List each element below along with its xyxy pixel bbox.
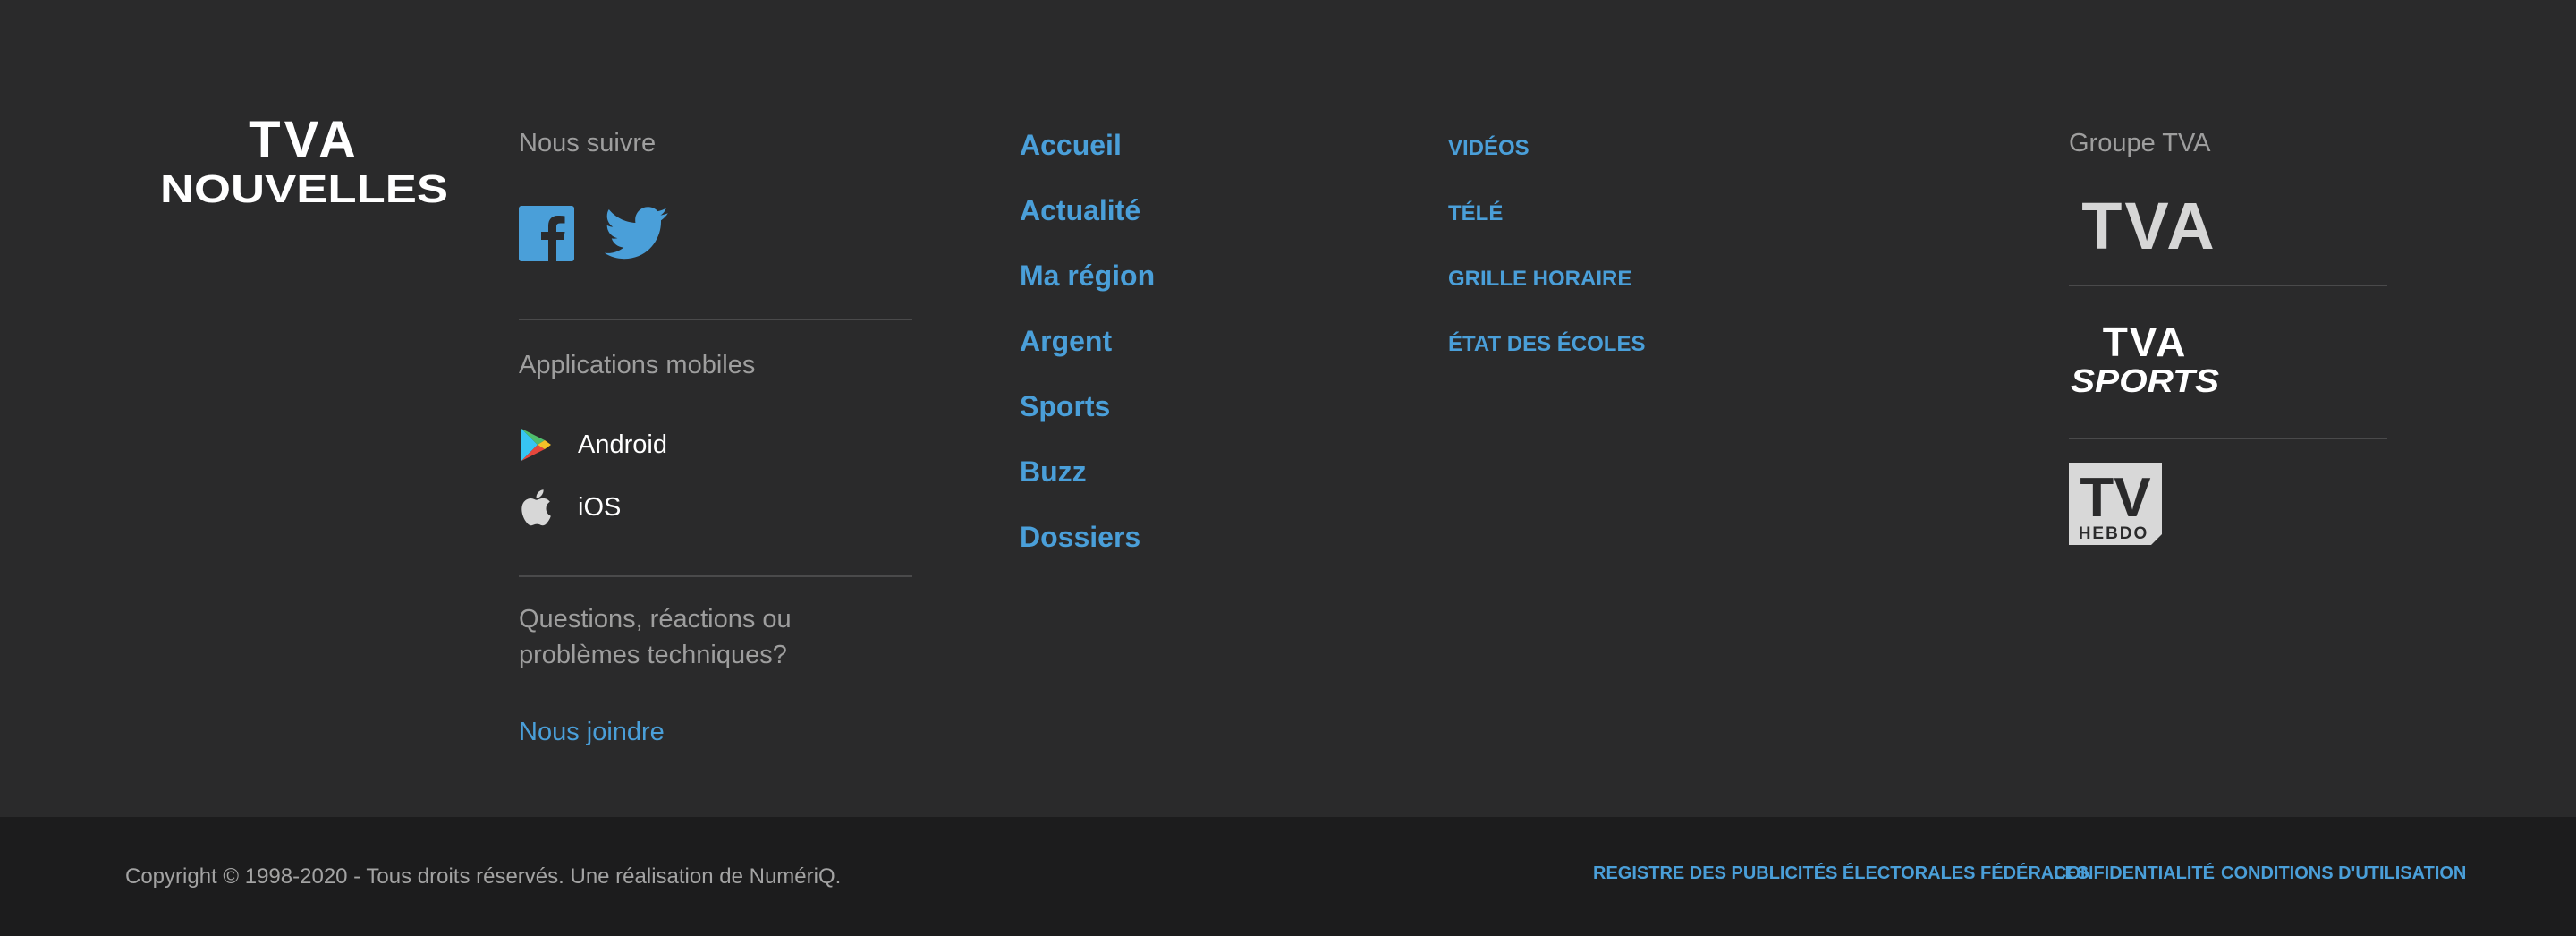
nav-item-buzz[interactable]: Buzz: [1020, 455, 1087, 489]
android-label: Android: [578, 430, 667, 459]
footer-main: TVA NOUVELLES Nous suivre Applications m…: [0, 0, 2576, 817]
conditions-link[interactable]: CONDITIONS D'UTILISATION: [2221, 864, 2466, 884]
svg-text:TVA: TVA: [2081, 199, 2217, 256]
subnav-item-tele[interactable]: TÉLÉ: [1448, 201, 1503, 226]
svg-text:TVA: TVA: [2103, 320, 2188, 365]
apple-icon: [519, 488, 553, 527]
contact-link[interactable]: Nous joindre: [519, 718, 665, 747]
nav-item-ma-region[interactable]: Ma région: [1020, 260, 1155, 293]
svg-text:HEBDO: HEBDO: [2079, 524, 2149, 543]
nav-item-accueil[interactable]: Accueil: [1020, 129, 1122, 162]
subnav-item-grille-horaire[interactable]: GRILLE HORAIRE: [1448, 267, 1631, 292]
logo-bottom-text: NOUVELLES: [160, 167, 448, 208]
group-heading: Groupe TVA: [2069, 129, 2211, 157]
tva-sports-brand-link[interactable]: TVA SPORTS: [2069, 319, 2221, 400]
follow-divider: [519, 319, 912, 320]
facebook-link[interactable]: [519, 206, 574, 261]
copyright-text: Copyright © 1998-2020 - Tous droits rése…: [125, 864, 842, 889]
nav-item-dossiers[interactable]: Dossiers: [1020, 521, 1140, 554]
twitter-icon: [604, 207, 668, 260]
nav-item-actualite[interactable]: Actualité: [1020, 194, 1140, 227]
ios-label: iOS: [578, 492, 622, 522]
subnav-item-videos[interactable]: VIDÉOS: [1448, 136, 1530, 161]
group-divider-1: [2069, 285, 2387, 286]
google-play-icon: [519, 425, 553, 464]
subnav-item-etat-des-ecoles[interactable]: ÉTAT DES ÉCOLES: [1448, 332, 1645, 357]
apps-divider: [519, 575, 912, 577]
tva-nouvelles-logo[interactable]: TVA NOUVELLES: [159, 113, 449, 208]
svg-text:SPORTS: SPORTS: [2071, 362, 2219, 396]
tv-hebdo-brand-link[interactable]: TV HEBDO: [2069, 463, 2162, 549]
confidentialite-link[interactable]: CONFIDENTIALITÉ: [2054, 864, 2215, 884]
tva-logo: TVA: [2081, 189, 2217, 263]
group-divider-2: [2069, 438, 2387, 439]
follow-heading: Nous suivre: [519, 129, 657, 157]
nav-item-sports[interactable]: Sports: [1020, 390, 1110, 423]
tva-brand-link[interactable]: TVA: [2069, 189, 2230, 263]
follow-column: Nous suivre Applications mobiles Android…: [519, 0, 912, 817]
android-app-link[interactable]: Android: [519, 425, 667, 464]
registre-link[interactable]: REGISTRE DES PUBLICITÉS ÉLECTORALES FÉDÉ…: [1593, 864, 2089, 884]
support-question: Questions, réactions ou problèmes techni…: [519, 605, 792, 669]
tva-sports-logo: TVA SPORTS: [2071, 319, 2219, 399]
tv-hebdo-logo: TV HEBDO: [2069, 463, 2162, 545]
apps-heading: Applications mobiles: [519, 351, 756, 379]
logo-top-text: TVA: [249, 113, 360, 169]
ios-app-link[interactable]: iOS: [519, 488, 621, 527]
nav-item-argent[interactable]: Argent: [1020, 325, 1112, 358]
svg-text:TV: TV: [2080, 467, 2150, 529]
twitter-link[interactable]: [604, 206, 669, 261]
facebook-icon: [519, 206, 574, 261]
